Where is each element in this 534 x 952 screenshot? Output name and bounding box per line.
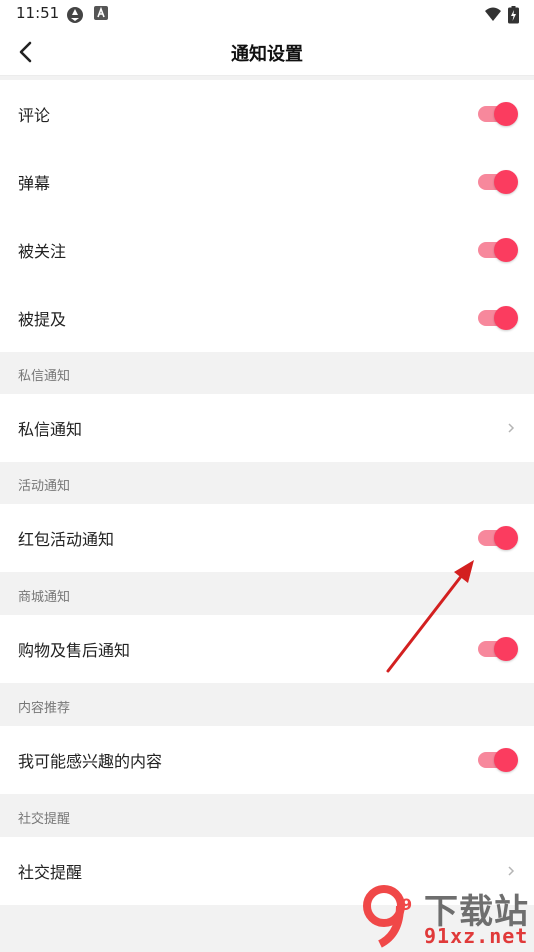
annotation-arrow-icon	[386, 560, 474, 673]
setting-label: 评论	[18, 106, 51, 125]
toggle-knob	[494, 238, 518, 262]
section-header-private-message: 私信通知	[0, 352, 534, 394]
section-label: 商城通知	[18, 590, 71, 605]
header-bar: 通知设置	[0, 28, 534, 76]
chevron-right-icon	[508, 866, 515, 876]
red-packet-toggle[interactable]	[478, 526, 518, 550]
section-label: 社交提醒	[18, 812, 71, 827]
setting-label: 弹幕	[18, 174, 51, 193]
setting-row-followed: 被关注	[0, 216, 534, 284]
interests-toggle[interactable]	[478, 748, 518, 772]
section-header-social: 社交提醒	[0, 795, 534, 837]
svg-text:9: 9	[401, 895, 412, 914]
setting-row-private-message[interactable]: 私信通知	[0, 394, 534, 462]
toggle-knob	[494, 748, 518, 772]
section-label: 私信通知	[18, 369, 71, 384]
toggle-knob	[494, 526, 518, 550]
watermark-logo-icon: 9	[363, 885, 412, 948]
chevron-right-icon	[508, 423, 515, 433]
setting-row-mentioned: 被提及	[0, 284, 534, 352]
battery-charging-icon	[508, 6, 519, 24]
setting-row-danmaku: 弹幕	[0, 148, 534, 216]
toggle-knob	[494, 637, 518, 661]
setting-label: 红包活动通知	[18, 530, 115, 549]
section-header-recommend: 内容推荐	[0, 684, 534, 726]
setting-row-comments: 评论	[0, 80, 534, 148]
section-header-activity: 活动通知	[0, 462, 534, 504]
setting-row-interests: 我可能感兴趣的内容	[0, 726, 534, 794]
aperture-icon	[67, 7, 83, 23]
status-bar: 11:51	[0, 0, 534, 28]
setting-label: 我可能感兴趣的内容	[18, 752, 163, 771]
setting-label: 购物及售后通知	[18, 641, 131, 660]
followed-toggle[interactable]	[478, 238, 518, 262]
setting-label: 被关注	[18, 242, 67, 261]
setting-label: 被提及	[18, 310, 67, 329]
toggle-knob	[494, 306, 518, 330]
status-time: 11:51	[16, 4, 60, 22]
danmaku-toggle[interactable]	[478, 170, 518, 194]
setting-label: 社交提醒	[18, 863, 83, 882]
toggle-knob	[494, 102, 518, 126]
notification-a-icon	[94, 6, 108, 20]
comments-toggle[interactable]	[478, 102, 518, 126]
watermark: 9 下载站 91xz.net	[362, 884, 534, 950]
page-title: 通知设置	[231, 44, 303, 65]
setting-label: 私信通知	[18, 420, 83, 439]
watermark-url: 91xz.net	[424, 924, 529, 948]
toggle-knob	[494, 170, 518, 194]
mentioned-toggle[interactable]	[478, 306, 518, 330]
shopping-toggle[interactable]	[478, 637, 518, 661]
wifi-icon	[485, 7, 501, 21]
section-label: 活动通知	[18, 479, 71, 494]
section-label: 内容推荐	[18, 701, 71, 716]
